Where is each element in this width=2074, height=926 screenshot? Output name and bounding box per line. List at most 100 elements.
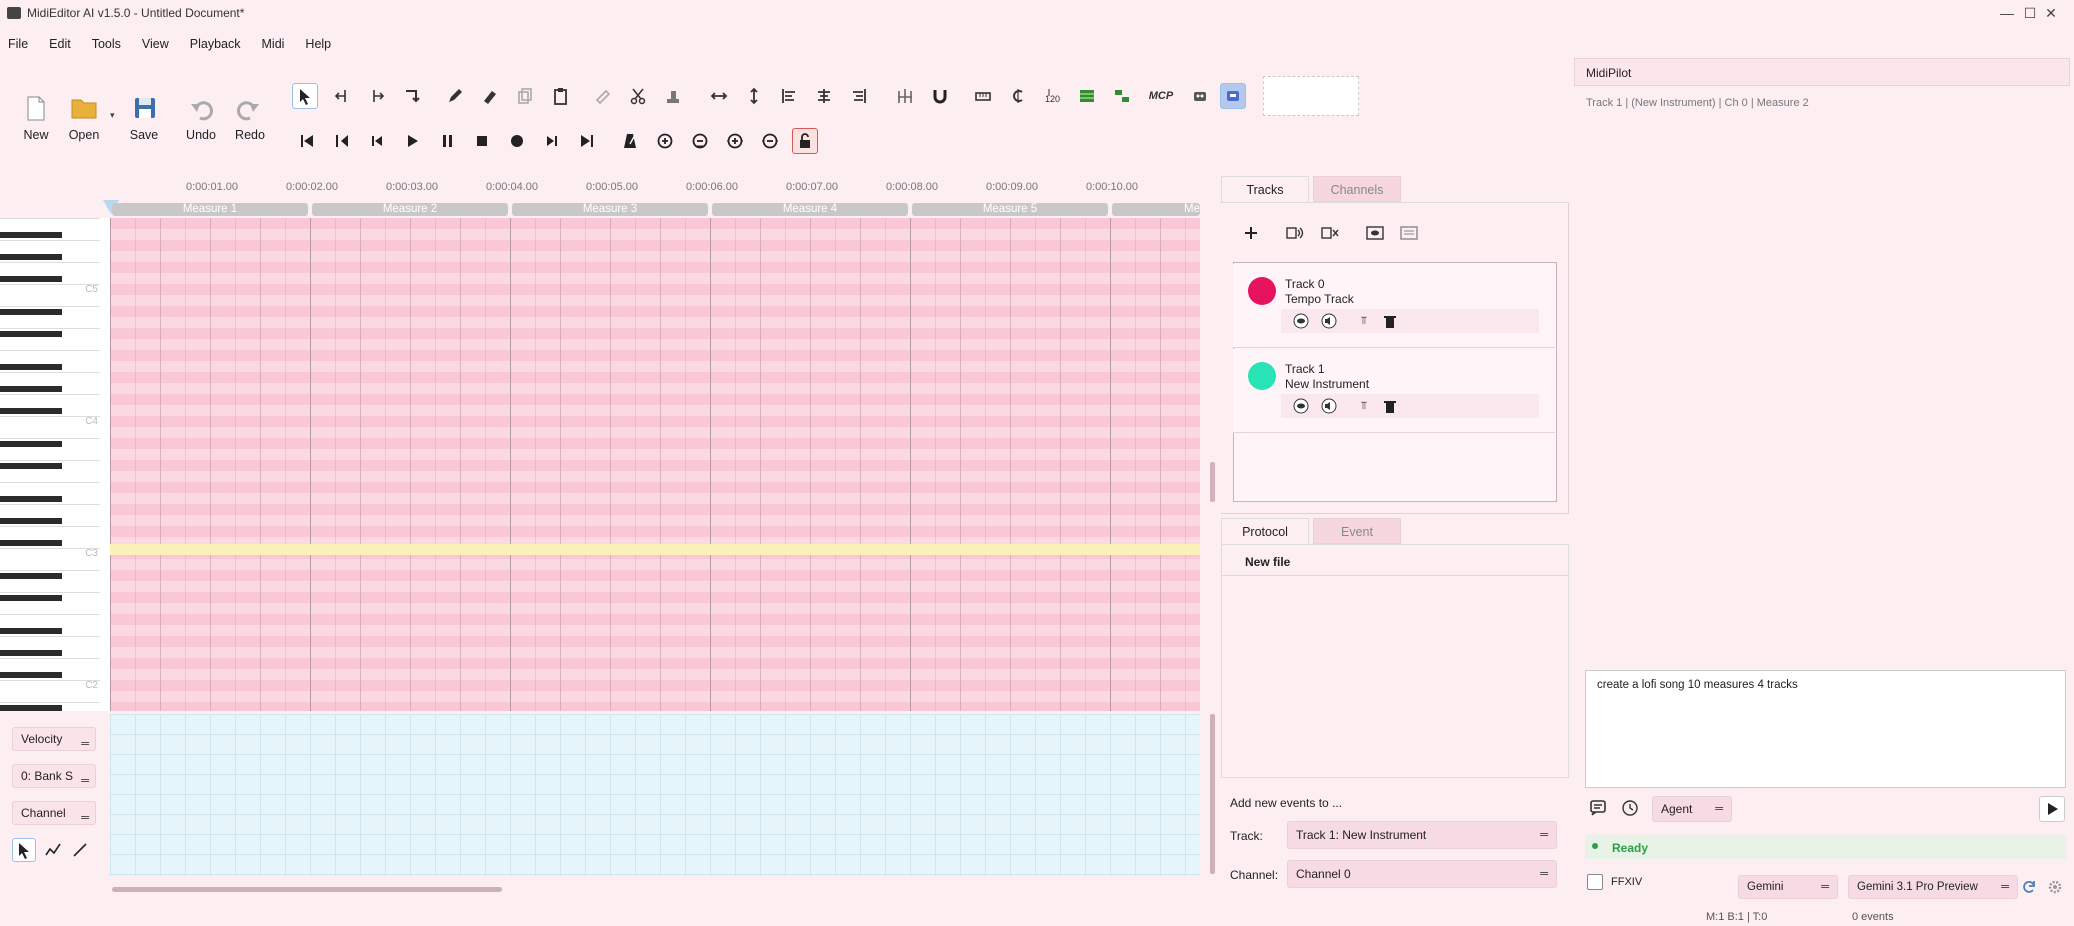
scissors-icon[interactable] [625,83,651,109]
quantize-icon[interactable] [892,83,918,109]
tab-protocol[interactable]: Protocol [1221,518,1309,544]
black-key[interactable] [0,364,62,370]
menu-edit[interactable]: Edit [41,34,79,54]
black-key[interactable] [0,463,62,469]
measure-label[interactable]: Measure 1 [112,203,308,216]
play-icon[interactable] [399,128,425,154]
line-tool-icon[interactable] [68,838,92,862]
protocol-item[interactable]: New file [1245,555,1290,569]
measure-label[interactable]: Measure 5 [912,203,1108,216]
mcp-button[interactable]: MCP [1144,83,1178,109]
black-key[interactable] [0,540,62,546]
magnet-icon[interactable] [927,83,953,109]
piano-roll-grid[interactable] [110,218,1200,711]
measure-label[interactable]: Measure 4 [712,203,908,216]
track-list-icon[interactable] [1074,83,1100,109]
prompt-input[interactable]: create a lofi song 10 measures 4 tracks [1585,670,2066,788]
velocity-scrollbar-thumb[interactable] [1210,714,1215,874]
piano-keyboard[interactable]: C5 C4 C3 C2 [0,218,110,711]
zoom-out-vertical-icon[interactable] [757,128,783,154]
channel-c-icon[interactable] [1005,83,1031,109]
copy-icon[interactable] [512,83,538,109]
track-visibility-eye-icon[interactable] [1292,397,1310,415]
align-right-icon[interactable] [846,83,872,109]
zoom-in-horizontal-icon[interactable] [652,128,678,154]
horizontal-scrollbar-thumb[interactable] [112,887,502,892]
undo-button[interactable]: Undo [179,128,223,142]
measure-label[interactable]: Measure 2 [312,203,508,216]
previous-measure-icon[interactable] [329,128,355,154]
save-button[interactable]: Save [122,128,166,142]
rename-track-icon[interactable]: ⫪ [1355,312,1373,330]
black-key[interactable] [0,309,62,315]
freehand-curve-icon[interactable] [41,838,65,862]
tab-tracks[interactable]: Tracks [1221,176,1309,202]
history-clock-icon[interactable] [1618,796,1642,820]
record-icon[interactable] [504,128,530,154]
black-key[interactable] [0,628,62,634]
delete-track-trash-icon[interactable] [1381,312,1399,330]
track-audio-speaker-icon[interactable] [1320,397,1338,415]
back-icon[interactable] [364,128,390,154]
open-dropdown-arrow-icon[interactable]: ▾ [110,110,115,121]
go-to-end-icon[interactable] [574,128,600,154]
black-key[interactable] [0,254,62,260]
tempo-120-icon[interactable]: 120 [1040,83,1066,109]
track-audio-speaker-icon[interactable] [1320,312,1338,330]
align-center-icon[interactable] [811,83,837,109]
menu-help[interactable]: Help [297,34,339,54]
black-key[interactable] [0,331,62,337]
new-button[interactable]: New [14,128,58,142]
menu-midi[interactable]: Midi [254,34,293,54]
refresh-icon[interactable] [2018,875,2040,899]
menu-file[interactable]: File [0,34,36,54]
channel-dropdown[interactable]: Channel ═ [12,801,96,825]
stamp-icon[interactable] [660,83,686,109]
close-button[interactable]: ✕ [2028,0,2074,26]
eraser-icon[interactable] [477,83,503,109]
menu-playback[interactable]: Playback [182,34,249,54]
mute-all-tracks-icon[interactable] [1317,220,1343,246]
track-split-icon[interactable] [1109,83,1135,109]
black-key[interactable] [0,441,62,447]
target-track-select[interactable]: Track 1: New Instrument ═ [1287,821,1557,849]
ffxiv-checkbox[interactable] [1587,874,1603,890]
open-button[interactable]: Open [62,128,106,142]
move-corner-icon[interactable] [399,83,425,109]
zoom-out-horizontal-icon[interactable] [687,128,713,154]
add-track-icon[interactable] [1238,220,1264,246]
new-chat-icon[interactable] [1586,796,1610,820]
black-key[interactable] [0,672,62,678]
show-tracks-icon[interactable] [1362,220,1388,246]
select-right-icon[interactable] [364,83,390,109]
show-all-tracks-icon[interactable] [1282,220,1308,246]
model-select[interactable]: Gemini 3.1 Pro Preview ═ [1848,875,2018,899]
align-left-icon[interactable] [776,83,802,109]
hide-tracks-icon[interactable] [1396,220,1422,246]
glue-icon[interactable] [590,83,616,109]
midipilot-toggle-icon[interactable] [1220,83,1246,109]
track-card[interactable]: Track 1 New Instrument ⫪ [1233,349,1555,433]
redo-button[interactable]: Redo [228,128,272,142]
stop-icon[interactable] [469,128,495,154]
track-card[interactable]: Track 0 Tempo Track ⫪ [1233,264,1555,348]
measure-label[interactable]: Measure 3 [512,203,708,216]
select-left-icon[interactable] [329,83,355,109]
zoom-in-vertical-icon[interactable] [722,128,748,154]
target-channel-select[interactable]: Channel 0 ═ [1287,860,1557,888]
stretch-horizontal-icon[interactable] [706,83,732,109]
velocity-editor[interactable] [110,714,1200,876]
measure-label[interactable]: Me [1112,203,1200,216]
pencil-icon[interactable] [442,83,468,109]
menu-tools[interactable]: Tools [84,34,129,54]
track-name[interactable]: New Instrument [1285,377,1369,391]
black-key[interactable] [0,573,62,579]
delete-track-trash-icon[interactable] [1381,397,1399,415]
provider-select[interactable]: Gemini ═ [1738,875,1838,899]
black-key[interactable] [0,595,62,601]
menu-view[interactable]: View [134,34,177,54]
black-key[interactable] [0,496,62,502]
robot-icon[interactable] [1187,83,1213,109]
track-color-dot[interactable] [1248,277,1276,305]
timeline-ruler[interactable]: 0:00:01.00 0:00:02.00 0:00:03.00 0:00:04… [110,177,1200,197]
